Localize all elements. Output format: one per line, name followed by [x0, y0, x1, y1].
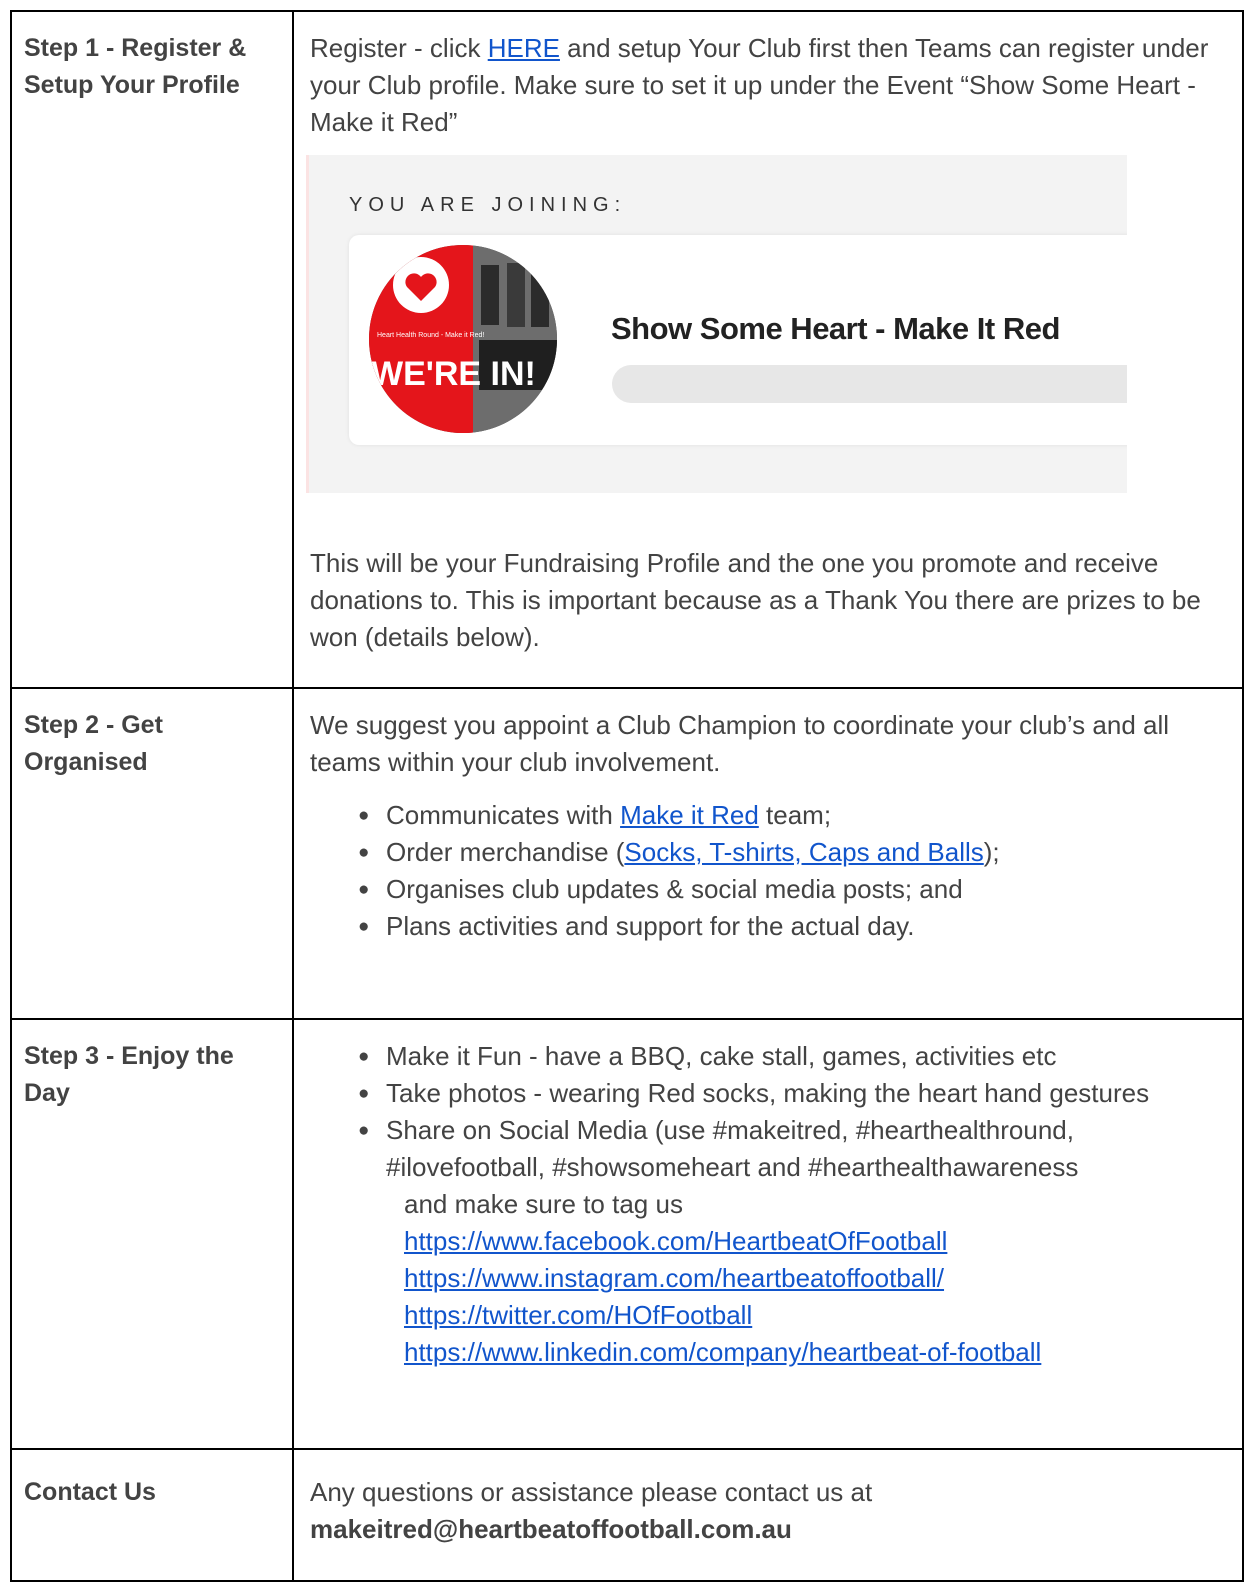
list-item: Communicates with Make it Red team;: [358, 797, 1236, 834]
here-link[interactable]: HERE: [488, 33, 560, 63]
contact-note: Any questions or assistance please conta…: [310, 1477, 873, 1507]
avatar-big-text: WE'RE IN!: [371, 355, 536, 393]
row-step-3: Step 3 - Enjoy the Day Make it Fun - hav…: [10, 1018, 1244, 1450]
step-1-content: Register - click HERE and setup Your Clu…: [292, 10, 1244, 689]
list-item: Plans activities and support for the act…: [358, 908, 1236, 945]
list-item: Share on Social Media (use #makeitred, #…: [358, 1112, 1236, 1149]
facebook-link[interactable]: https://www.facebook.com/HeartbeatOfFoot…: [404, 1223, 1236, 1260]
joining-heading: YOU ARE JOINING:: [349, 194, 627, 216]
joining-card: Heart Health Round - Make it Red! WE'RE …: [349, 235, 1127, 445]
instagram-link[interactable]: https://www.instagram.com/heartbeatoffoo…: [404, 1260, 1236, 1297]
list-item: Take photos - wearing Red socks, making …: [358, 1075, 1236, 1112]
event-avatar: Heart Health Round - Make it Red! WE'RE …: [369, 245, 557, 433]
list-item: Order merchandise (Socks, T-shirts, Caps…: [358, 834, 1236, 871]
list-item: Make it Fun - have a BBQ, cake stall, ga…: [358, 1038, 1236, 1075]
joining-screenshot: YOU ARE JOINING: Heart Health Round - Ma…: [306, 155, 1127, 493]
row-step-2: Step 2 - Get Organised We suggest you ap…: [10, 687, 1244, 1020]
contact-label: Contact Us: [10, 1448, 294, 1582]
club-champion-note: We suggest you appoint a Club Champion t…: [310, 710, 1170, 777]
step-1-label: Step 1 - Register & Setup Your Profile: [10, 10, 294, 689]
hashtags-continued: #ilovefootball, #showsomeheart and #hear…: [386, 1152, 1079, 1182]
step-2-content: We suggest you appoint a Club Champion t…: [292, 687, 1244, 1020]
twitter-link[interactable]: https://twitter.com/HOfFootball: [404, 1297, 1236, 1334]
contact-email[interactable]: makeitred@heartbeatoffootball.com.au: [310, 1511, 1236, 1548]
steps-table: Step 1 - Register & Setup Your Profile R…: [10, 10, 1244, 1582]
list-item: Organises club updates & social media po…: [358, 871, 1236, 908]
tag-us-text: and make sure to tag us: [404, 1189, 683, 1219]
row-contact: Contact Us Any questions or assistance p…: [10, 1448, 1244, 1582]
step-2-label: Step 2 - Get Organised: [10, 687, 294, 1020]
merchandise-link[interactable]: Socks, T-shirts, Caps and Balls: [624, 837, 983, 867]
fundraising-progress-bar: [612, 365, 1127, 403]
event-avatar-image: Heart Health Round - Make it Red! WE'RE …: [369, 245, 557, 433]
step-3-label: Step 3 - Enjoy the Day: [10, 1018, 294, 1450]
fundraising-profile-note: This will be your Fundraising Profile an…: [310, 548, 1201, 652]
make-it-red-link[interactable]: Make it Red: [620, 800, 759, 830]
linkedin-link[interactable]: https://www.linkedin.com/company/heartbe…: [404, 1334, 1236, 1371]
enjoy-day-list: Make it Fun - have a BBQ, cake stall, ga…: [310, 1038, 1236, 1149]
champion-duties-list: Communicates with Make it Red team; Orde…: [310, 797, 1236, 945]
event-name: Show Some Heart - Make It Red: [611, 311, 1060, 346]
step-3-content: Make it Fun - have a BBQ, cake stall, ga…: [292, 1018, 1244, 1450]
avatar-small-text: Heart Health Round - Make it Red!: [377, 332, 484, 339]
register-intro-text: Register - click: [310, 33, 488, 63]
register-intro: Register - click HERE and setup Your Clu…: [310, 30, 1236, 141]
row-step-1: Step 1 - Register & Setup Your Profile R…: [10, 10, 1244, 689]
contact-content: Any questions or assistance please conta…: [292, 1448, 1244, 1582]
